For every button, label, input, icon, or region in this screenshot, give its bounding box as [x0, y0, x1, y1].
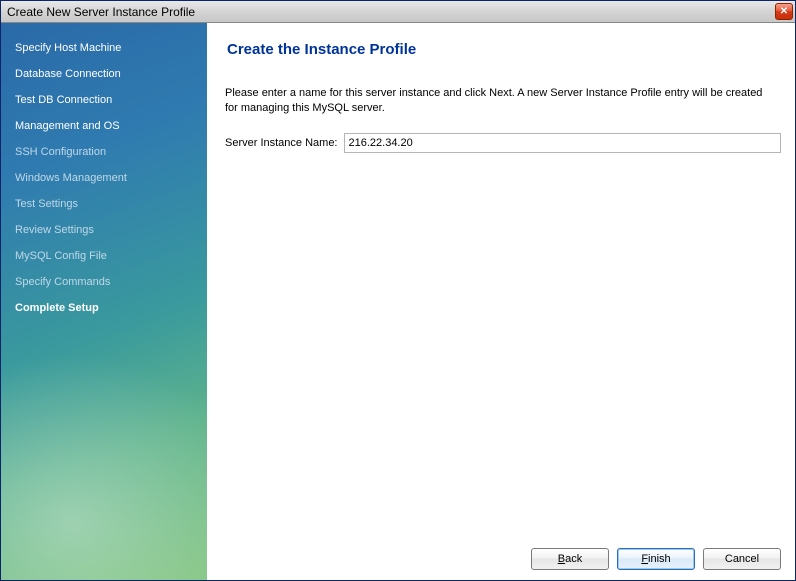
step-label: Complete Setup	[15, 302, 99, 314]
btn-rest: inish	[648, 553, 671, 565]
step-database-connection: Database Connection	[1, 61, 207, 87]
instance-name-row: Server Instance Name:	[225, 133, 787, 153]
btn-label: Cancel	[725, 553, 759, 565]
main-panel: Create the Instance Profile Please enter…	[207, 23, 795, 580]
step-label: SSH Configuration	[15, 146, 106, 158]
instance-name-label: Server Instance Name:	[225, 137, 338, 149]
step-specify-host-machine: Specify Host Machine	[1, 35, 207, 61]
step-label: MySQL Config File	[15, 250, 107, 262]
mnemonic: B	[558, 553, 565, 565]
close-icon: ✕	[780, 6, 788, 17]
step-label: Test DB Connection	[15, 94, 112, 106]
step-review-settings: Review Settings	[1, 217, 207, 243]
sidebar: Specify Host Machine Database Connection…	[1, 23, 207, 580]
step-label: Database Connection	[15, 68, 121, 80]
close-button[interactable]: ✕	[775, 3, 793, 20]
wizard-window: Create New Server Instance Profile ✕ Spe…	[0, 0, 796, 581]
description-text: Please enter a name for this server inst…	[225, 86, 787, 117]
step-complete-setup: Complete Setup	[1, 295, 207, 321]
step-label: Specify Commands	[15, 276, 110, 288]
window-title: Create New Server Instance Profile	[7, 5, 195, 19]
step-ssh-configuration: SSH Configuration	[1, 139, 207, 165]
cancel-button[interactable]: Cancel	[703, 548, 781, 570]
step-specify-commands: Specify Commands	[1, 269, 207, 295]
back-button[interactable]: Back	[531, 548, 609, 570]
step-label: Review Settings	[15, 224, 94, 236]
step-label: Management and OS	[15, 120, 120, 132]
btn-rest: ack	[565, 553, 582, 565]
step-windows-management: Windows Management	[1, 165, 207, 191]
page-heading: Create the Instance Profile	[225, 41, 787, 58]
instance-name-input[interactable]	[344, 133, 782, 153]
step-label: Test Settings	[15, 198, 78, 210]
finish-button[interactable]: Finish	[617, 548, 695, 570]
step-management-and-os: Management and OS	[1, 113, 207, 139]
step-label: Specify Host Machine	[15, 42, 121, 54]
window-body: Specify Host Machine Database Connection…	[1, 23, 795, 580]
button-bar: Back Finish Cancel	[225, 538, 787, 580]
step-label: Windows Management	[15, 172, 127, 184]
step-test-settings: Test Settings	[1, 191, 207, 217]
titlebar: Create New Server Instance Profile ✕	[1, 1, 795, 23]
step-test-db-connection: Test DB Connection	[1, 87, 207, 113]
step-mysql-config-file: MySQL Config File	[1, 243, 207, 269]
